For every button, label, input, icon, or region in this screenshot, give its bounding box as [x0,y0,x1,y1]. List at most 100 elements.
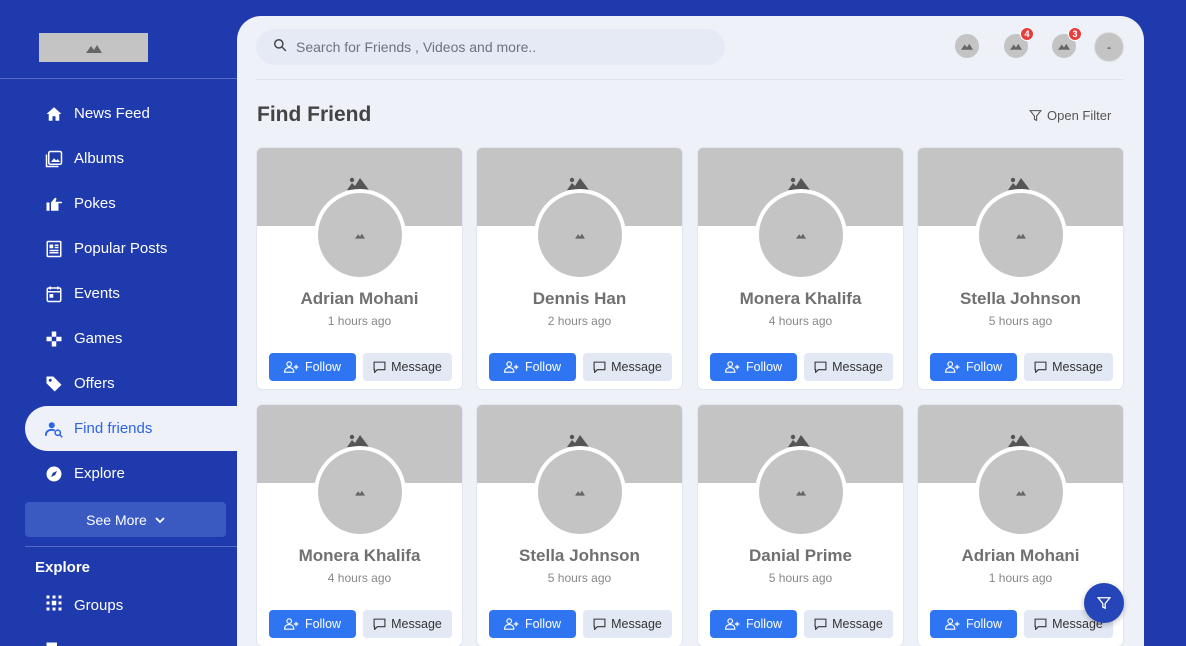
chat-icon [593,361,606,373]
logo-placeholder[interactable] [39,33,148,62]
filter-fab-button[interactable] [1084,583,1124,623]
search-input[interactable] [296,39,696,55]
message-button[interactable]: Message [583,353,672,381]
sidebar-item-games[interactable]: Games [0,316,237,361]
sidebar-item-popular-posts[interactable]: Popular Posts [0,226,237,271]
image-placeholder-icon [787,177,810,190]
sidebar-item-news-feed[interactable]: News Feed [0,91,237,136]
message-button[interactable]: Message [804,610,893,638]
message-button[interactable]: Message [1024,353,1113,381]
friend-name[interactable]: Stella Johnson [918,289,1123,309]
friend-name[interactable]: Adrian Mohani [918,546,1123,566]
friend-name[interactable]: Monera Khalifa [257,546,462,566]
follow-label: Follow [524,360,562,374]
user-plus-icon [944,618,960,630]
chat-icon [593,618,606,630]
image-placeholder-icon [961,43,973,50]
see-more-button[interactable]: See More [25,502,226,537]
sidebar-item-find-friends[interactable]: Find friends [25,406,237,451]
user-avatar[interactable] [1094,32,1124,62]
image-placeholder-icon [1058,43,1070,50]
follow-button[interactable]: Follow [930,610,1017,638]
profile-picture[interactable] [755,189,847,281]
friend-name[interactable]: Danial Prime [698,546,903,566]
image-placeholder-icon [575,490,585,496]
sidebar-item-explore[interactable]: Explore [0,451,237,496]
profile-picture[interactable] [534,446,626,538]
follow-label: Follow [965,617,1003,631]
friend-card: Monera Khalifa 4 hours ago Follow Messag… [256,404,463,646]
gamepad-icon [45,330,63,348]
friend-card: Adrian Mohani 1 hours ago Follow Message [256,147,463,390]
sidebar-item-events[interactable]: Events [0,271,237,316]
albums-icon [45,150,63,168]
tag-icon [45,375,63,393]
sidebar-divider [25,546,237,547]
notifications-button[interactable]: 4 [1004,27,1034,58]
image-placeholder-icon [1007,434,1030,447]
image-placeholder-icon [1016,490,1026,496]
user-plus-icon [724,361,740,373]
follow-button[interactable]: Follow [489,610,576,638]
search-bar[interactable] [256,29,725,65]
user-plus-icon [944,361,960,373]
chat-icon [373,618,386,630]
friend-card: Monera Khalifa 4 hours ago Follow Messag… [697,147,904,390]
sidebar-item-label: Explore [74,465,125,482]
friend-time: 5 hours ago [768,571,833,585]
see-more-label: See More [86,511,147,528]
friend-name[interactable]: Stella Johnson [477,546,682,566]
friend-name[interactable]: Adrian Mohani [257,289,462,309]
filter-icon [1097,597,1111,610]
sidebar-item-pages[interactable] [45,637,63,646]
profile-picture[interactable] [534,189,626,281]
follow-label: Follow [304,617,342,631]
message-button[interactable]: Message [363,353,452,381]
image-placeholder-icon [346,177,369,190]
sidebar-section-title: Explore [35,559,91,576]
sidebar-item-groups[interactable]: Groups [45,594,123,617]
follow-button[interactable]: Follow [269,610,356,638]
user-plus-icon [724,618,740,630]
image-placeholder-icon [355,233,365,239]
profile-picture[interactable] [975,446,1067,538]
sidebar-item-offers[interactable]: Offers [0,361,237,406]
profile-picture[interactable] [314,446,406,538]
page-title: Find Friend [257,103,372,126]
sidebar-item-label: Games [74,330,123,347]
sidebar-item-label: Events [74,285,120,302]
sidebar-item-label: Groups [74,597,124,614]
open-filter-button[interactable]: Open Filter [1029,108,1111,123]
friend-time: 5 hours ago [988,314,1053,328]
image-placeholder-icon [566,434,589,447]
chevron-down-icon [155,515,165,525]
image-placeholder-icon [1016,233,1026,239]
profile-picture[interactable] [975,189,1067,281]
message-label: Message [1052,360,1103,374]
friend-name[interactable]: Dennis Han [477,289,682,309]
friend-time: 1 hours ago [988,571,1053,585]
profile-picture[interactable] [314,189,406,281]
sidebar-item-pokes[interactable]: Pokes [0,181,237,226]
message-label: Message [832,617,883,631]
follow-label: Follow [745,617,783,631]
follow-button[interactable]: Follow [930,353,1017,381]
message-button[interactable]: Message [583,610,672,638]
chat-icon [1034,361,1047,373]
follow-button[interactable]: Follow [710,610,797,638]
follow-label: Follow [965,360,1003,374]
header-icon-button[interactable] [955,34,979,58]
user-plus-icon [503,361,519,373]
calendar-icon [45,285,63,303]
messages-button[interactable]: 3 [1052,27,1082,58]
follow-button[interactable]: Follow [710,353,797,381]
friend-name[interactable]: Monera Khalifa [698,289,903,309]
message-button[interactable]: Message [804,353,893,381]
follow-button[interactable]: Follow [269,353,356,381]
follow-button[interactable]: Follow [489,353,576,381]
sidebar-item-label: Find friends [74,420,153,437]
friend-card: Stella Johnson 5 hours ago Follow Messag… [917,147,1124,390]
message-button[interactable]: Message [363,610,452,638]
profile-picture[interactable] [755,446,847,538]
sidebar-item-albums[interactable]: Albums [0,136,237,181]
